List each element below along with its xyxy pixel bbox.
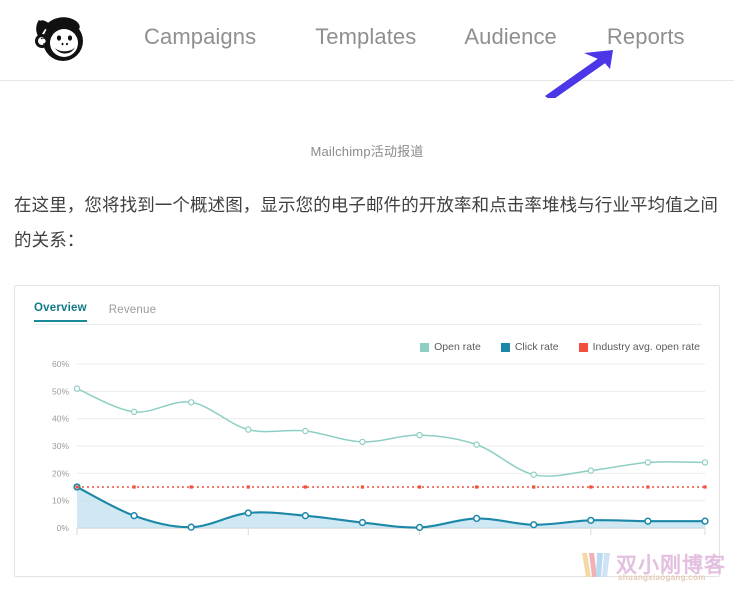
- image-caption: Mailchimp活动报道: [310, 144, 424, 159]
- chart-plot-area: 60% 50% 40% 30% 20% 10% 0%: [15, 358, 721, 573]
- industry-average-marker: [246, 485, 250, 489]
- open-rate-data-point[interactable]: [245, 426, 252, 433]
- industry-average-marker: [189, 485, 193, 489]
- tab-divider: [34, 324, 702, 325]
- legend-label-click-rate: Click rate: [514, 341, 559, 353]
- click-rate-data-point[interactable]: [415, 523, 424, 532]
- industry-average-marker: [532, 485, 536, 489]
- legend-swatch-industry-avg: [578, 342, 588, 352]
- y-axis-tick-label: 60%: [52, 359, 69, 369]
- open-rate-data-point[interactable]: [187, 399, 195, 406]
- click-rate-data-point[interactable]: [472, 514, 481, 523]
- open-rate-data-point[interactable]: [130, 408, 138, 416]
- click-rate-data-point[interactable]: [244, 509, 252, 517]
- open-rate-data-point[interactable]: [416, 431, 423, 439]
- y-axis-tick-label: 30%: [52, 441, 69, 451]
- y-axis-tick-label: 0%: [57, 523, 70, 533]
- open-rate-data-point[interactable]: [73, 385, 81, 392]
- open-rate-data-point[interactable]: [530, 471, 537, 478]
- click-rate-data-point[interactable]: [187, 523, 195, 531]
- nav-link-campaigns[interactable]: Campaigns: [144, 24, 256, 50]
- legend-label-industry-avg: Industry avg. open rate: [592, 341, 700, 353]
- y-axis-tick-label: 20%: [52, 468, 69, 478]
- industry-average-marker: [360, 485, 365, 489]
- nav-link-templates[interactable]: Templates: [315, 24, 416, 50]
- nav-link-audience[interactable]: Audience: [464, 24, 557, 50]
- chart-legend: Open rate Click rate Industry avg. open …: [420, 341, 700, 353]
- industry-average-marker: [75, 485, 79, 489]
- click-rate-data-point[interactable]: [130, 512, 138, 520]
- nav-links: Campaigns Templates Audience Reports: [144, 24, 685, 50]
- reports-overview-chart-card: Overview Revenue Open rate Click rate In…: [14, 285, 720, 577]
- top-navigation-bar: Campaigns Templates Audience Reports: [0, 0, 734, 81]
- open-rate-data-point[interactable]: [587, 467, 595, 474]
- mailchimp-freddie-logo[interactable]: [30, 8, 90, 70]
- chart-tabs: Overview Revenue: [34, 302, 156, 322]
- legend-swatch-open-rate: [420, 342, 430, 352]
- industry-average-marker: [589, 485, 593, 489]
- y-axis-tick-label: 50%: [52, 386, 69, 396]
- legend-swatch-click-rate: [500, 342, 510, 352]
- y-axis-tick-label: 40%: [52, 414, 69, 424]
- open-rate-data-point[interactable]: [302, 427, 309, 435]
- legend-label-open-rate: Open rate: [434, 341, 481, 353]
- industry-average-marker: [703, 485, 707, 489]
- open-rate-data-point[interactable]: [359, 438, 366, 446]
- industry-average-marker: [646, 485, 650, 489]
- click-rate-data-point[interactable]: [301, 512, 310, 520]
- industry-average-marker: [417, 485, 422, 489]
- open-rate-data-point[interactable]: [644, 459, 652, 466]
- click-rate-data-point[interactable]: [530, 521, 538, 529]
- open-rate-data-point[interactable]: [473, 441, 480, 448]
- click-rate-data-point[interactable]: [644, 517, 652, 525]
- click-rate-data-point[interactable]: [701, 517, 709, 525]
- legend-item-open-rate[interactable]: Open rate: [420, 341, 481, 353]
- click-rate-data-point[interactable]: [587, 516, 595, 524]
- page-root: Campaigns Templates Audience Reports Mai…: [0, 0, 734, 592]
- industry-average-marker: [475, 485, 479, 489]
- industry-average-marker: [132, 485, 136, 489]
- legend-item-industry-avg-open-rate[interactable]: Industry avg. open rate: [578, 341, 700, 353]
- tab-revenue[interactable]: Revenue: [109, 304, 156, 322]
- y-axis-tick-label: 10%: [52, 496, 69, 506]
- click-rate-area: [77, 487, 705, 528]
- body-paragraph: 在这里，您将找到一个概述图，显示您的电子邮件的开放率和点击率堆栈与行业平均值之间…: [14, 195, 718, 250]
- chart-svg: 60% 50% 40% 30% 20% 10% 0%: [52, 359, 709, 535]
- click-rate-data-point[interactable]: [358, 518, 367, 527]
- open-rate-line: [76, 387, 706, 477]
- tab-overview[interactable]: Overview: [34, 302, 87, 322]
- open-rate-data-point[interactable]: [701, 459, 709, 466]
- industry-average-marker: [303, 485, 307, 489]
- nav-link-reports[interactable]: Reports: [607, 24, 685, 50]
- legend-item-click-rate[interactable]: Click rate: [500, 341, 559, 353]
